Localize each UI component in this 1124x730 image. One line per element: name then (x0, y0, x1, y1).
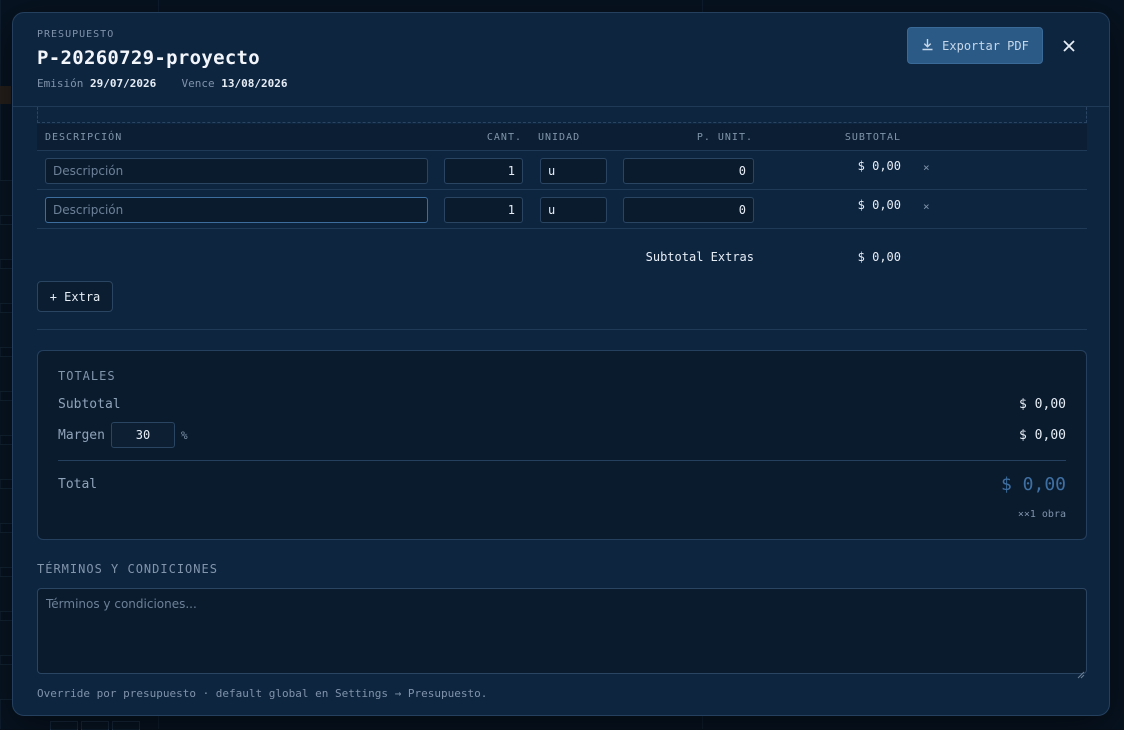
margin-amount: $ 0,00 (1019, 428, 1066, 443)
resize-grip-icon[interactable] (1077, 664, 1085, 679)
margin-label: Margen (58, 428, 105, 443)
unit-input[interactable] (540, 197, 607, 223)
row-subtotal: $ 0,00 (857, 159, 901, 173)
total-label: Total (58, 477, 98, 492)
totals-heading: TOTALES (58, 369, 116, 383)
description-input[interactable] (45, 197, 428, 223)
totals-card: TOTALES Subtotal $ 0,00 Margen % $ 0,00 … (37, 350, 1087, 540)
vence-value: 13/08/2026 (221, 77, 288, 90)
extras-subtotal-label: Subtotal Extras (645, 250, 754, 264)
budget-title: P-20260729-proyecto (37, 47, 261, 69)
table-row: $ 0,00 × (37, 190, 1087, 229)
totals-divider (58, 460, 1066, 461)
unit-price-input[interactable] (623, 158, 754, 184)
extras-table-header: DESCRIPCIÓN CANT. UNIDAD P. UNIT. SUBTOT… (37, 124, 1087, 151)
remove-row-button[interactable]: × (923, 200, 930, 213)
subtotal-label: Subtotal (58, 397, 121, 412)
budget-dates: Emisión 29/07/2026 Vence 13/08/2026 (37, 77, 287, 90)
col-unidad: UNIDAD (538, 132, 581, 143)
dropzone-edge (37, 107, 1087, 123)
emision-label: Emisión (37, 77, 84, 90)
table-row: $ 0,00 × (37, 151, 1087, 190)
total-value: $ 0,00 (1000, 474, 1066, 495)
extras-subtotal-value: $ 0,00 (857, 250, 901, 264)
description-input[interactable] (45, 158, 428, 184)
quantity-input[interactable] (444, 197, 523, 223)
emision-value: 29/07/2026 (89, 77, 157, 90)
unit-input[interactable] (540, 158, 607, 184)
budget-modal: PRESUPUESTO P-20260729-proyecto Emisión … (12, 12, 1110, 716)
col-cant: CANT. (486, 132, 522, 143)
export-pdf-label: Exportar PDF (942, 38, 1029, 53)
terms-note: Override por presupuesto · default globa… (37, 687, 488, 700)
section-divider (37, 329, 1087, 330)
col-descripcion: DESCRIPCIÓN (45, 132, 123, 143)
close-icon (1062, 38, 1076, 57)
remove-row-button[interactable]: × (923, 161, 930, 174)
col-subtotal: SUBTOTAL (844, 132, 901, 143)
total-note: ××1 obra (1017, 509, 1066, 520)
download-icon (921, 38, 934, 54)
extras-subtotal-row: Subtotal Extras $ 0,00 (37, 250, 1087, 274)
terms-textarea[interactable] (37, 588, 1087, 674)
close-modal-button[interactable] (1057, 35, 1081, 59)
terms-heading: TÉRMINOS Y CONDICIONES (37, 562, 218, 576)
margin-input[interactable] (111, 422, 175, 448)
export-pdf-button[interactable]: Exportar PDF (907, 27, 1043, 64)
quantity-input[interactable] (444, 158, 523, 184)
modal-header: PRESUPUESTO P-20260729-proyecto Emisión … (13, 13, 1109, 107)
add-extra-button[interactable]: + Extra (37, 281, 113, 312)
modal-eyebrow: PRESUPUESTO (37, 29, 115, 40)
subtotal-value: $ 0,00 (1019, 397, 1066, 412)
unit-price-input[interactable] (623, 197, 754, 223)
vence-label: Vence (181, 77, 215, 90)
col-p-unit: P. UNIT. (696, 132, 753, 143)
row-subtotal: $ 0,00 (857, 198, 901, 212)
margin-unit: % (181, 429, 188, 442)
